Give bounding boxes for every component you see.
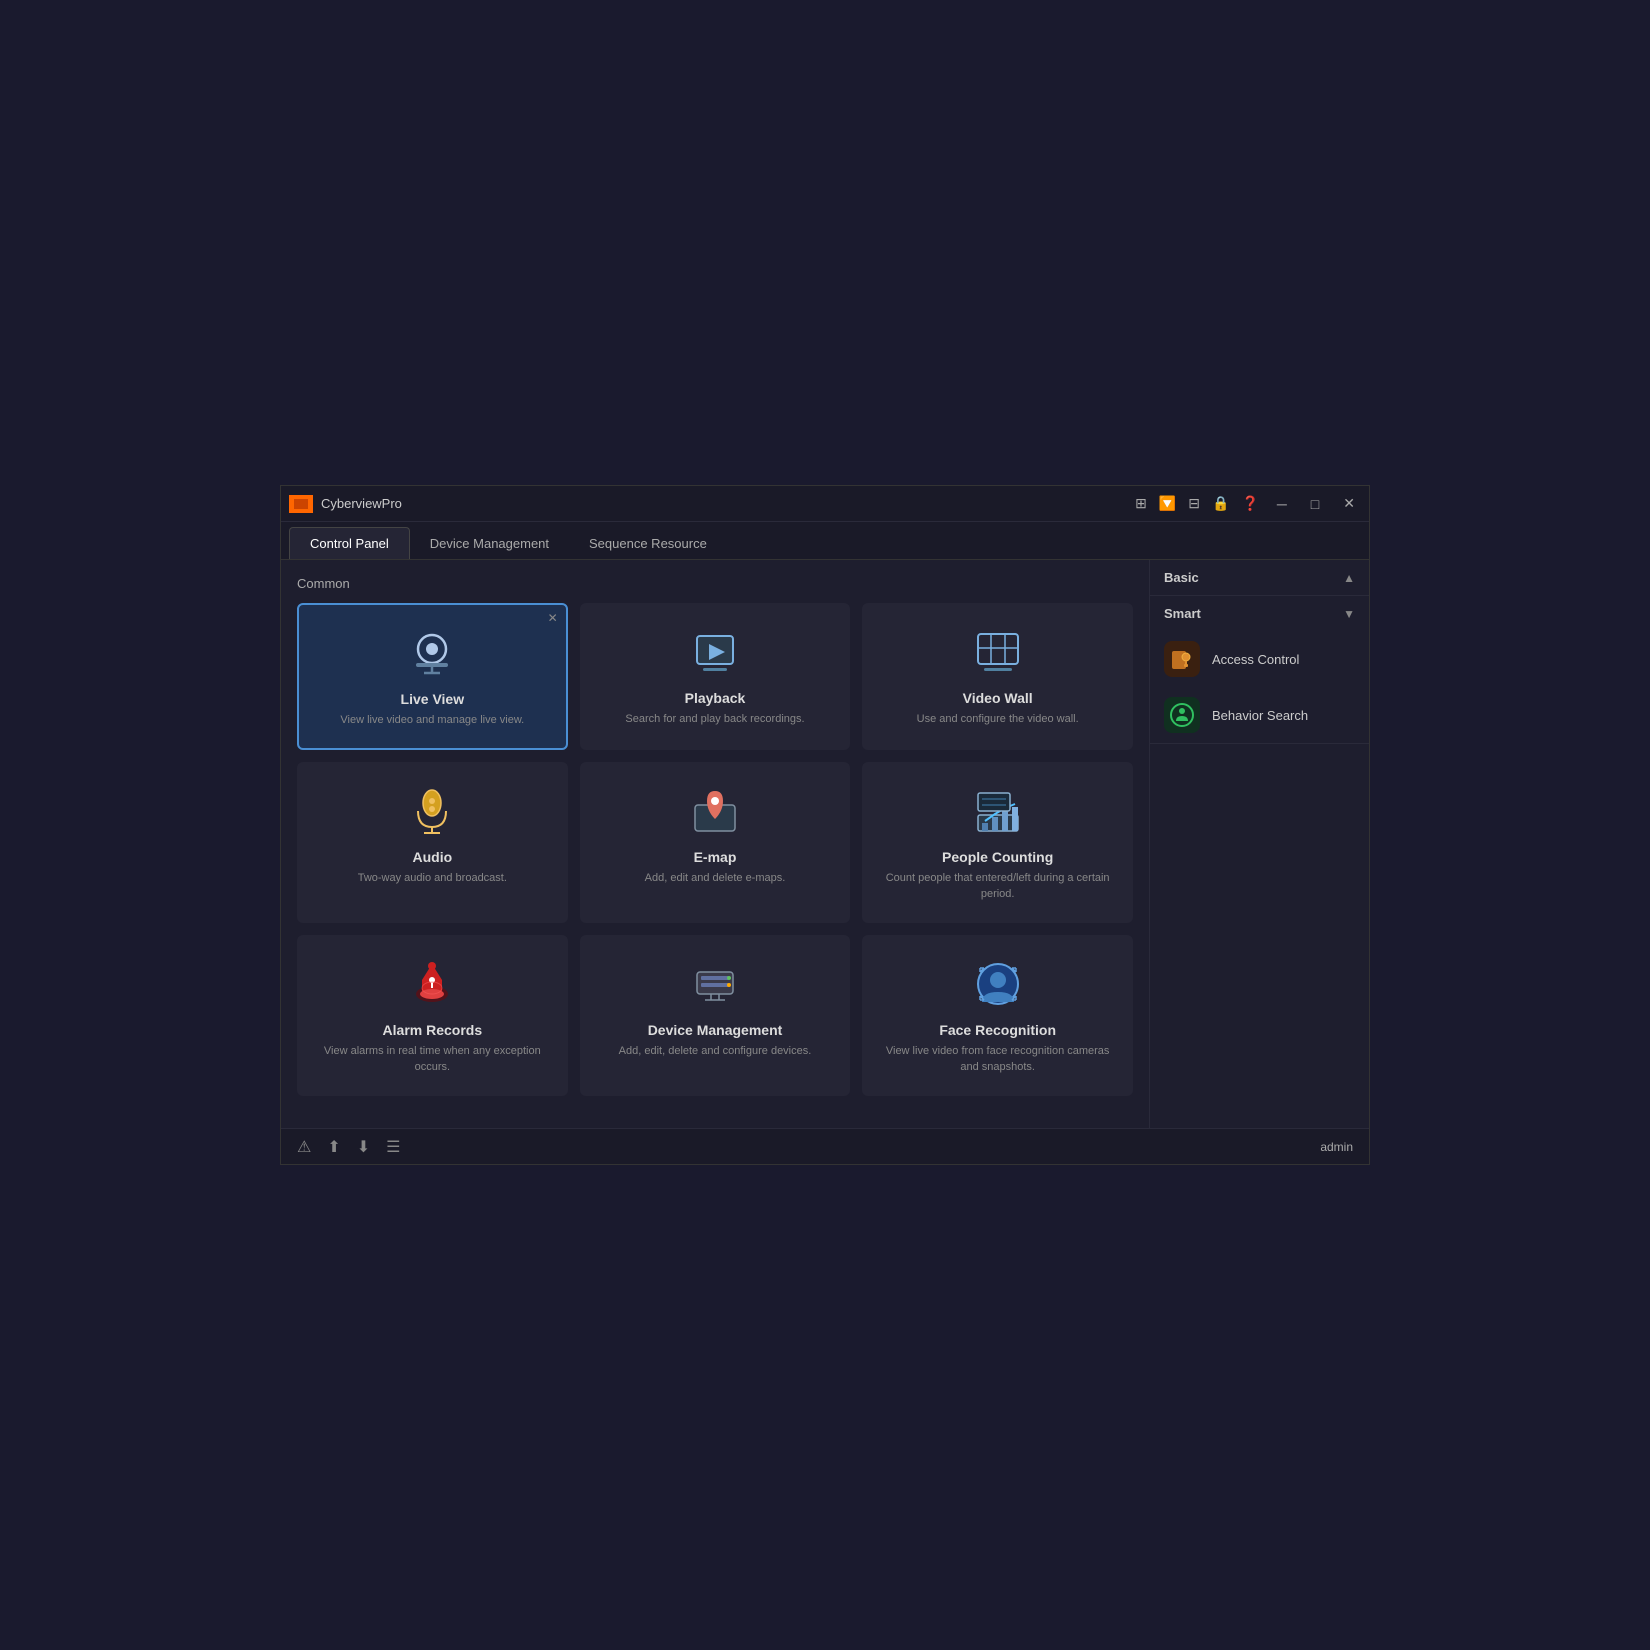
behavior-search-icon — [1164, 697, 1200, 733]
sidebar-smart-label: Smart — [1164, 606, 1201, 621]
emap-desc: Add, edit and delete e-maps. — [645, 871, 786, 886]
card-video-wall[interactable]: Video Wall Use and configure the video w… — [862, 603, 1133, 750]
tab-sequence-resource[interactable]: Sequence Resource — [569, 528, 727, 559]
alarm-records-desc: View alarms in real time when any except… — [314, 1044, 551, 1075]
lock-icon[interactable]: 🔒 — [1212, 495, 1229, 512]
audio-desc: Two-way audio and broadcast. — [358, 871, 507, 886]
center-panel: Common ✕ Live View Vi — [281, 560, 1149, 1128]
audio-icon — [404, 783, 460, 839]
close-button[interactable]: ✕ — [1337, 493, 1361, 514]
people-counting-icon — [970, 783, 1026, 839]
card-device-management[interactable]: Device Management Add, edit, delete and … — [580, 935, 851, 1096]
filter-icon[interactable]: 🔽 — [1159, 495, 1176, 512]
playback-title: Playback — [685, 690, 746, 706]
upload-status-icon[interactable]: ⬆ — [327, 1137, 340, 1157]
video-wall-icon — [970, 624, 1026, 680]
right-sidebar: Basic ▲ Smart ▼ — [1149, 560, 1369, 1128]
status-icons: ⚠ ⬆ ⬇ ☰ — [297, 1137, 401, 1157]
tab-device-management[interactable]: Device Management — [410, 528, 569, 559]
title-bar-left: CyberviewPro — [289, 495, 402, 513]
playback-icon — [687, 624, 743, 680]
card-audio[interactable]: Audio Two-way audio and broadcast. — [297, 762, 568, 923]
title-bar-right: ⊞ 🔽 ⊟ 🔒 ❓ ─ □ ✕ — [1135, 493, 1361, 514]
cards-grid: ✕ Live View View live video and manage l… — [297, 603, 1133, 1096]
common-section-label: Common — [297, 576, 1133, 591]
maximize-button[interactable]: □ — [1305, 494, 1325, 514]
smart-chevron-icon: ▼ — [1343, 607, 1355, 621]
sidebar-basic-label: Basic — [1164, 570, 1199, 585]
card-close-icon[interactable]: ✕ — [548, 611, 558, 625]
people-counting-desc: Count people that entered/left during a … — [879, 871, 1116, 902]
card-emap[interactable]: E-map Add, edit and delete e-maps. — [580, 762, 851, 923]
alarm-records-title: Alarm Records — [383, 1022, 483, 1038]
live-view-icon — [404, 625, 460, 681]
card-people-counting[interactable]: People Counting Count people that entere… — [862, 762, 1133, 923]
minimize-button[interactable]: ─ — [1271, 494, 1293, 514]
status-bar: ⚠ ⬆ ⬇ ☰ admin — [281, 1128, 1369, 1164]
access-control-icon — [1164, 641, 1200, 677]
video-wall-title: Video Wall — [963, 690, 1033, 706]
app-name: CyberviewPro — [321, 496, 402, 511]
basic-chevron-icon: ▲ — [1343, 571, 1355, 585]
app-window: CyberviewPro ⊞ 🔽 ⊟ 🔒 ❓ ─ □ ✕ Control Pan… — [280, 485, 1370, 1165]
sidebar-item-access-control[interactable]: Access Control — [1150, 631, 1369, 687]
alarm-records-icon — [404, 956, 460, 1012]
sidebar-section-basic: Basic ▲ — [1150, 560, 1369, 596]
people-counting-title: People Counting — [942, 849, 1053, 865]
emap-icon — [687, 783, 743, 839]
card-playback[interactable]: Playback Search for and play back record… — [580, 603, 851, 750]
list-status-icon[interactable]: ☰ — [386, 1137, 400, 1157]
sidebar-header-smart[interactable]: Smart ▼ — [1150, 596, 1369, 631]
video-wall-desc: Use and configure the video wall. — [917, 712, 1079, 727]
card-alarm-records[interactable]: Alarm Records View alarms in real time w… — [297, 935, 568, 1096]
access-control-label: Access Control — [1212, 652, 1299, 667]
sidebar-header-basic[interactable]: Basic ▲ — [1150, 560, 1369, 595]
tab-bar: Control Panel Device Management Sequence… — [281, 522, 1369, 560]
live-view-title: Live View — [401, 691, 465, 707]
sidebar-item-behavior-search[interactable]: Behavior Search — [1150, 687, 1369, 743]
grid-view-icon[interactable]: ⊞ — [1135, 495, 1147, 512]
sidebar-section-smart: Smart ▼ Access Control — [1150, 596, 1369, 744]
alert-status-icon[interactable]: ⚠ — [297, 1137, 311, 1157]
app-logo — [289, 495, 313, 513]
device-management-desc: Add, edit, delete and configure devices. — [619, 1044, 812, 1059]
download-status-icon[interactable]: ⬇ — [357, 1137, 370, 1157]
title-bar: CyberviewPro ⊞ 🔽 ⊟ 🔒 ❓ ─ □ ✕ — [281, 486, 1369, 522]
face-recognition-title: Face Recognition — [939, 1022, 1056, 1038]
card-live-view[interactable]: ✕ Live View View live video and manage l… — [297, 603, 568, 750]
tab-control-panel[interactable]: Control Panel — [289, 527, 410, 559]
status-user: admin — [1320, 1140, 1353, 1154]
device-management-title: Device Management — [648, 1022, 783, 1038]
behavior-search-label: Behavior Search — [1212, 708, 1308, 723]
card-face-recognition[interactable]: Face Recognition View live video from fa… — [862, 935, 1133, 1096]
device-management-icon — [687, 956, 743, 1012]
face-recognition-icon — [970, 956, 1026, 1012]
live-view-desc: View live video and manage live view. — [340, 713, 524, 728]
playback-desc: Search for and play back recordings. — [625, 712, 804, 727]
help-icon[interactable]: ❓ — [1241, 495, 1258, 512]
emap-title: E-map — [694, 849, 737, 865]
face-recognition-desc: View live video from face recognition ca… — [879, 1044, 1116, 1075]
layout-icon[interactable]: ⊟ — [1188, 495, 1200, 512]
audio-title: Audio — [413, 849, 453, 865]
main-content: Common ✕ Live View Vi — [281, 560, 1369, 1128]
